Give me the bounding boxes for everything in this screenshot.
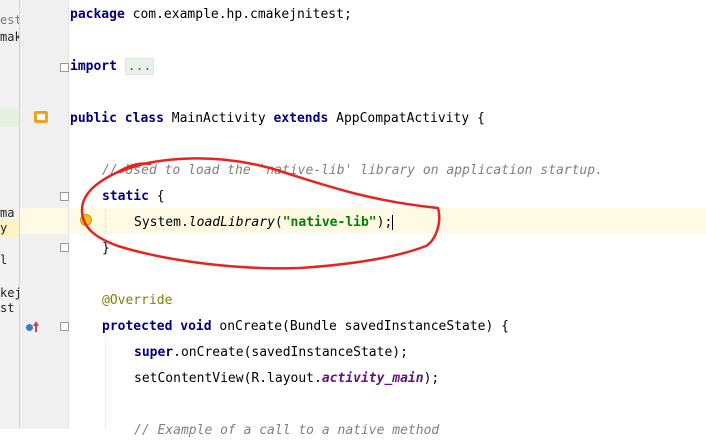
keyword: public class: [70, 111, 164, 126]
keyword: super: [134, 345, 174, 360]
keyword: package: [70, 7, 125, 22]
indent-guide: [105, 340, 106, 429]
code-text: setContentView(R.layout.: [134, 371, 322, 386]
project-tree-fragment[interactable]: ma: [0, 206, 14, 220]
field-reference: activity_main: [321, 371, 424, 386]
fold-import-icon[interactable]: [60, 63, 69, 72]
code-text: );: [423, 371, 440, 386]
project-tree-row[interactable]: [0, 109, 19, 127]
code-line-static[interactable]: static {: [102, 184, 165, 210]
gutter-current-line: [20, 208, 68, 234]
text-caret: [392, 215, 394, 230]
fold-static-icon[interactable]: [60, 192, 69, 201]
fold-end-icon[interactable]: [60, 243, 69, 252]
code-line-close-brace[interactable]: }: [102, 236, 110, 262]
keyword: import: [70, 59, 117, 74]
keyword: protected void: [102, 319, 212, 334]
code-text: (: [274, 215, 283, 230]
class-name: MainActivity: [163, 111, 274, 126]
project-panel: est mak ma y l kej st: [0, 0, 20, 429]
code-line-package[interactable]: package com.example.hp.cmakejnitest;: [70, 2, 352, 28]
project-tree-fragment[interactable]: y: [0, 221, 7, 235]
method-call: loadLibrary: [188, 215, 275, 230]
code-line-import[interactable]: import ...: [70, 54, 155, 80]
indent-guide: [105, 210, 106, 234]
code-text: AppCompatActivity {: [328, 111, 485, 126]
keyword: static: [102, 189, 149, 204]
code-line-comment[interactable]: // Example of a call to a native method: [134, 418, 439, 444]
code-text: {: [148, 189, 165, 204]
lightbulb-icon[interactable]: [80, 214, 92, 226]
project-tree-fragment[interactable]: mak: [0, 30, 19, 44]
code-text: .onCreate(savedInstanceState);: [173, 345, 408, 360]
code-line-set-content-view[interactable]: setContentView(R.layout.activity_main);: [134, 366, 439, 392]
keyword: extends: [273, 111, 329, 126]
code-line-super[interactable]: super.onCreate(savedInstanceState);: [134, 340, 408, 366]
code-text: onCreate(Bundle savedInstanceState) {: [211, 319, 509, 334]
fold-method-icon[interactable]: [60, 322, 69, 331]
code-text: System.: [134, 215, 189, 230]
code-line-oncreate[interactable]: protected void onCreate(Bundle savedInst…: [102, 314, 509, 340]
project-tree-fragment[interactable]: kej: [0, 286, 19, 300]
code-line-comment[interactable]: // Used to load the 'native-lib' library…: [102, 158, 603, 184]
project-tree-fragment[interactable]: l: [0, 253, 7, 267]
code-text: );: [376, 215, 393, 230]
code-line-load-library[interactable]: System.loadLibrary("native-lib");: [134, 210, 394, 236]
folded-imports[interactable]: ...: [124, 58, 155, 75]
code-text: com.example.hp.cmakejnitest;: [124, 7, 352, 22]
code-line-class[interactable]: public class MainActivity extends AppCom…: [70, 106, 485, 132]
project-tree-fragment[interactable]: st: [0, 301, 14, 315]
code-line-annotation[interactable]: @Override: [102, 288, 172, 314]
project-tree-fragment[interactable]: est: [0, 13, 19, 27]
override-method-icon[interactable]: [26, 321, 39, 333]
class-run-icon[interactable]: [34, 111, 48, 123]
string-literal: "native-lib": [282, 215, 377, 230]
